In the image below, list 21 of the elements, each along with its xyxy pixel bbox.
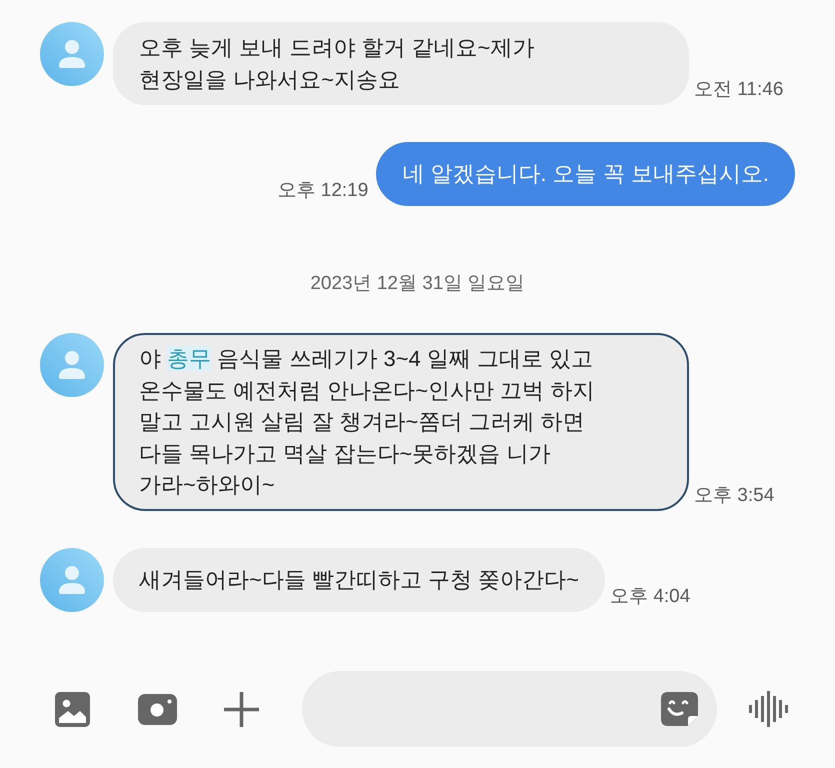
avatar-icon	[40, 22, 104, 86]
message-time: 오전 11:46	[694, 78, 784, 102]
message-text: 네 알겠습니다. 오늘 꼭 보내주십시오.	[402, 160, 769, 188]
camera-icon[interactable]	[138, 694, 177, 724]
plus-icon[interactable]	[224, 692, 259, 726]
message-bubble[interactable]: 네 알겠습니다. 오늘 꼭 보내주십시오.	[376, 142, 795, 206]
message-bubble[interactable]: 야 총무 음식물 쓰레기가 3~4 일째 그대로 있고 온수물도 예전처럼 안나온다~인사만 끄벅 하지 말고 고시원 살림 잘 챙겨라~쫌더 그러케 하면 다들 목나가고 멱살 잡는다~못하겠읍 니가 가라~하와이~	[113, 333, 689, 510]
message-bubble[interactable]: 새겨들어라~다들 빨간띠하고 구청 쫒아간다~	[113, 548, 606, 612]
message-text: 오후 늦게 보내 드려야 할거 같네요~제가 현장일을 나와서요~지송요	[139, 34, 534, 94]
message-time: 오후 4:04	[610, 584, 690, 608]
message-text: 야 총무 음식물 쓰레기가 3~4 일째 그대로 있고 온수물도 예전처럼 안나온다~인사만 끄벅 하지 말고 고시원 살림 잘 챙겨라~쫌더 그러케 하면 다들 목나가고 멱살 잡는다~못하겠읍 니가 가라~하와이~	[139, 345, 594, 499]
message-time: 오후 12:19	[277, 179, 368, 203]
message-bubble[interactable]: 오후 늦게 보내 드려야 할거 같네요~제가 현장일을 나와서요~지송요	[113, 22, 689, 105]
date-separator: 2023년 12월 31일 일요일	[310, 272, 525, 296]
message-text: 새겨들어라~다들 빨간띠하고 구청 쫒아간다~	[139, 566, 580, 594]
voice-wave-icon[interactable]	[749, 691, 788, 727]
message-time: 오후 3:54	[694, 484, 774, 508]
sticker-icon[interactable]	[661, 692, 698, 726]
image-icon[interactable]	[55, 692, 90, 726]
avatar-icon	[40, 333, 104, 397]
avatar-icon	[40, 548, 104, 612]
